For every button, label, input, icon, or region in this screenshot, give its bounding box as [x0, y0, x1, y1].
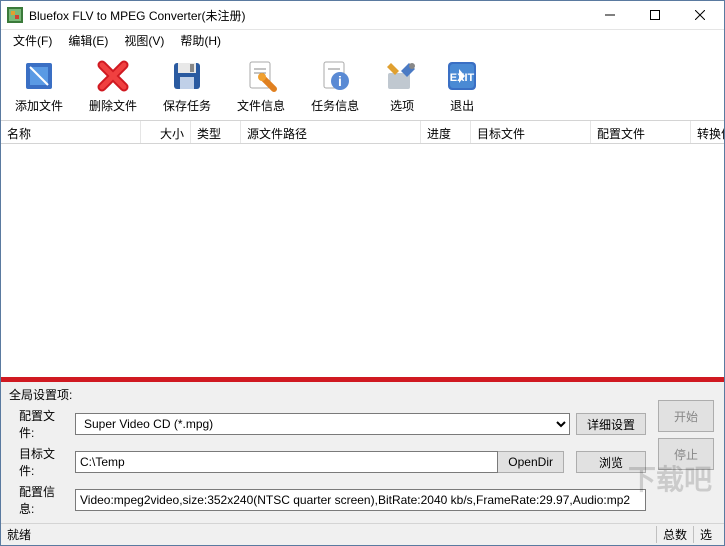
file-info-label: 文件信息: [237, 97, 285, 114]
status-selected: 选: [693, 526, 718, 543]
panel-title: 全局设置项:: [9, 386, 716, 403]
save-task-button[interactable]: 保存任务: [159, 57, 215, 116]
start-button[interactable]: 开始: [658, 400, 714, 432]
maximize-button[interactable]: [632, 1, 677, 29]
task-info-button[interactable]: i 任务信息: [307, 57, 363, 116]
file-info-icon: [244, 59, 278, 93]
col-profile[interactable]: 配置文件: [591, 121, 691, 143]
status-total: 总数: [656, 526, 693, 543]
window-controls: [587, 1, 722, 29]
col-convinfo[interactable]: 转换信: [691, 121, 724, 143]
col-srcpath[interactable]: 源文件路径: [241, 121, 421, 143]
target-path-input[interactable]: [75, 451, 498, 473]
target-label: 目标文件:: [9, 445, 69, 479]
col-target[interactable]: 目标文件: [471, 121, 591, 143]
col-name[interactable]: 名称: [1, 121, 141, 143]
task-info-label: 任务信息: [311, 97, 359, 114]
close-button[interactable]: [677, 1, 722, 29]
options-button[interactable]: 选项: [381, 57, 423, 116]
file-list[interactable]: [1, 144, 724, 377]
status-ready: 就绪: [7, 526, 656, 543]
column-header: 名称 大小 类型 源文件路径 进度 目标文件 配置文件 转换信: [1, 120, 724, 144]
detail-settings-button[interactable]: 详细设置: [576, 413, 646, 435]
col-size[interactable]: 大小: [141, 121, 191, 143]
menu-file[interactable]: 文件(F): [5, 30, 60, 51]
col-progress[interactable]: 进度: [421, 121, 471, 143]
titlebar: Bluefox FLV to MPEG Converter(未注册): [1, 1, 724, 30]
delete-icon: [96, 59, 130, 93]
opendir-button[interactable]: OpenDir: [498, 451, 564, 473]
add-file-button[interactable]: 添加文件: [11, 57, 67, 116]
menubar: 文件(F) 编辑(E) 视图(V) 帮助(H): [1, 30, 724, 50]
options-icon: [385, 59, 419, 93]
options-label: 选项: [390, 97, 414, 114]
app-icon: [7, 7, 23, 23]
profile-select[interactable]: Super Video CD (*.mpg): [75, 413, 570, 435]
delete-file-label: 删除文件: [89, 97, 137, 114]
global-settings-panel: 全局设置项: 配置文件: Super Video CD (*.mpg) 详细设置…: [1, 382, 724, 523]
minimize-button[interactable]: [587, 1, 632, 29]
stop-button[interactable]: 停止: [658, 438, 714, 470]
info-label: 配置信息:: [9, 483, 69, 517]
toolbar: 添加文件 删除文件 保存任务 文件信息 i 任务信息 选项 EXIT 退出: [1, 50, 724, 120]
window-title: Bluefox FLV to MPEG Converter(未注册): [29, 7, 587, 24]
col-type[interactable]: 类型: [191, 121, 241, 143]
menu-view[interactable]: 视图(V): [116, 30, 172, 51]
menu-help[interactable]: 帮助(H): [172, 30, 229, 51]
delete-file-button[interactable]: 删除文件: [85, 57, 141, 116]
menu-edit[interactable]: 编辑(E): [60, 30, 116, 51]
config-info-field: [75, 489, 646, 511]
task-info-icon: i: [318, 59, 352, 93]
add-file-label: 添加文件: [15, 97, 63, 114]
exit-button[interactable]: EXIT 退出: [441, 57, 483, 116]
add-file-icon: [22, 59, 56, 93]
save-task-label: 保存任务: [163, 97, 211, 114]
profile-label: 配置文件:: [9, 407, 69, 441]
svg-text:i: i: [338, 73, 342, 89]
exit-icon: EXIT: [445, 59, 479, 93]
save-icon: [170, 59, 204, 93]
statusbar: 就绪 总数 选: [1, 523, 724, 545]
exit-label: 退出: [450, 97, 474, 114]
browse-button[interactable]: 浏览: [576, 451, 646, 473]
file-info-button[interactable]: 文件信息: [233, 57, 289, 116]
